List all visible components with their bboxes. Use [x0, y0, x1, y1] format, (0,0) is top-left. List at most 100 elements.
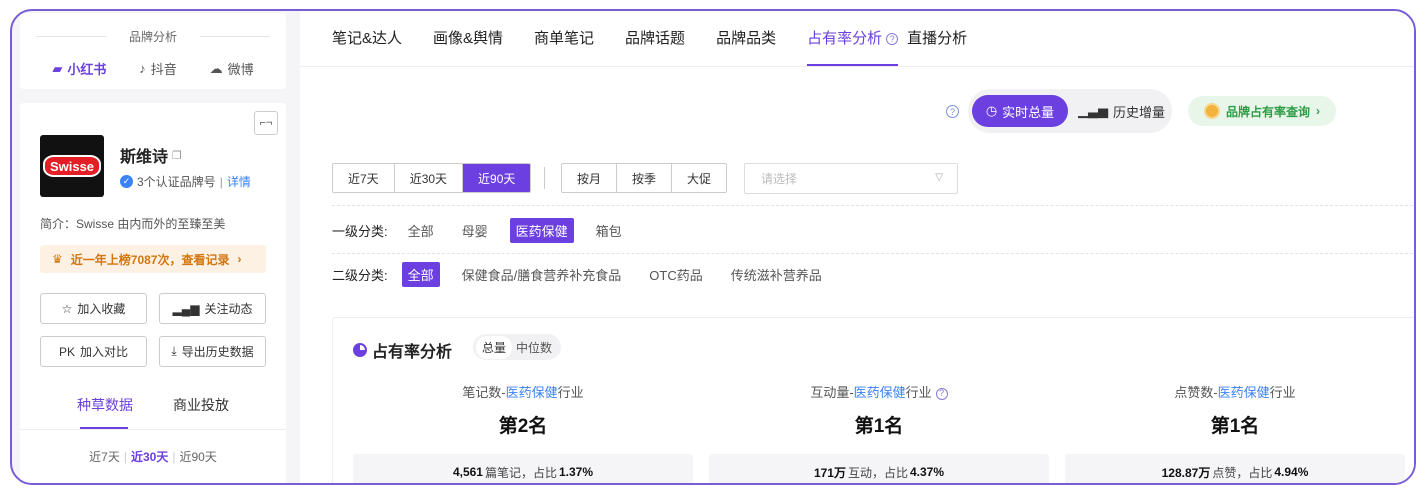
tab-brand-topics[interactable]: 品牌话题: [625, 11, 685, 66]
toggle-median[interactable]: 中位数: [516, 336, 558, 359]
xiaohongshu-icon: ▰: [52, 60, 63, 76]
realtime-total-button[interactable]: ◷ 实时总量: [972, 95, 1068, 127]
divider: [332, 253, 1414, 254]
metric-likes: 点赞数-医药保健行业 第1名 128.87万 点赞，占比 4.94%: [1065, 382, 1405, 483]
period-switcher: 近7天 | 近30天 | 近90天: [20, 448, 286, 465]
tab-notes-influencers[interactable]: 笔记&达人: [332, 11, 402, 66]
pie-chart-icon: [353, 343, 367, 357]
metric-title: 互动量-医药保健行业?: [709, 382, 1049, 401]
tab-portrait-sentiment[interactable]: 画像&舆情: [433, 11, 503, 66]
metric-title-text: 行业: [557, 385, 584, 400]
range-30d[interactable]: 近30天: [394, 164, 464, 192]
metric-rank: 第1名: [1210, 416, 1260, 437]
level1-all[interactable]: 全部: [402, 218, 440, 243]
level1-label: 一级分类:: [332, 223, 388, 239]
divider: [20, 429, 286, 430]
platform-title-text: 品牌分析: [128, 30, 177, 44]
tab-brand-categories[interactable]: 品牌品类: [716, 11, 776, 66]
toggle-total[interactable]: 总量: [476, 335, 513, 359]
metric-notes: 笔记数-医药保健行业 第2名 4,561 篇笔记，占比 1.37%: [353, 382, 693, 483]
data-tabs: 种草数据 商业投放: [20, 395, 286, 415]
brand-name: 斯维诗 ❐: [120, 143, 182, 167]
panel-title: 占有率分析: [353, 338, 452, 362]
industry-link[interactable]: 医药保健: [1218, 385, 1270, 400]
period-30d[interactable]: 近30天: [131, 450, 168, 464]
help-icon[interactable]: ?: [946, 105, 959, 118]
divider: [200, 36, 270, 37]
collapse-icon[interactable]: ⌐¬: [254, 111, 278, 135]
granularity-segment: 按月 按季 大促: [561, 163, 728, 193]
action-row-1: ☆ 加入收藏 ▂▄▆ 关注动态: [40, 293, 266, 324]
level2-otc[interactable]: OTC药品: [643, 262, 708, 287]
tab-commercial-ads[interactable]: 商业投放: [173, 395, 229, 415]
level2-label: 二级分类:: [332, 267, 388, 283]
platform-douyin[interactable]: ♪ 抖音: [139, 59, 177, 78]
add-favorite-button[interactable]: ☆ 加入收藏: [40, 293, 147, 324]
panel-title-text: 占有率分析: [372, 344, 453, 361]
main-content: 笔记&达人 画像&舆情 商单笔记 品牌话题 品牌品类 占有率分析? 直播分析 ?…: [300, 11, 1414, 483]
level1-bags[interactable]: 箱包: [590, 218, 628, 243]
metric-mode-toggle: 总量 中位数: [473, 334, 562, 360]
follow-updates-button[interactable]: ▂▄▆ 关注动态: [159, 293, 266, 324]
trend-chart-icon: ▁▃▅: [1078, 103, 1108, 118]
chevron-down-icon: ▽: [935, 172, 943, 183]
level2-all[interactable]: 全部: [401, 261, 440, 287]
metric-title-text: 行业: [905, 385, 932, 400]
brand-logo: Swisse: [40, 135, 104, 197]
tab-label: 占有率分析: [807, 30, 883, 47]
platform-label: 抖音: [150, 62, 177, 77]
left-sidebar: 品牌分析 ▰ 小红书 ♪ 抖音 ☁ 微博 ⌐¬ Swisse 斯维诗 ❐ ✓ 3…: [20, 11, 286, 483]
industry-link[interactable]: 医药保健: [854, 385, 906, 400]
metric-title: 笔记数-医药保健行业: [353, 382, 693, 401]
top-navigation: 笔记&达人 画像&舆情 商单笔记 品牌话题 品牌品类 占有率分析? 直播分析: [300, 11, 1414, 67]
toggle-label: 历史增量: [1113, 104, 1166, 120]
export-history-button[interactable]: ⤓ 导出历史数据: [159, 336, 266, 367]
level2-health-food[interactable]: 保健食品/膳食营养补充食品: [456, 262, 628, 287]
download-icon: ⤓: [171, 344, 177, 358]
active-tab-indicator: [80, 427, 128, 429]
metric-title: 点赞数-医药保健行业: [1065, 382, 1405, 401]
ranking-record-text: 近一年上榜7087次，查看记录: [70, 252, 230, 267]
period-7d[interactable]: 近7天: [89, 450, 120, 464]
period-90d[interactable]: 近90天: [179, 450, 216, 464]
button-label: 加入收藏: [77, 302, 126, 316]
tab-seeding-data[interactable]: 种草数据: [77, 395, 133, 415]
by-promotion[interactable]: 大促: [672, 164, 727, 192]
level1-maternal[interactable]: 母婴: [456, 218, 494, 243]
metric-value: 171万: [813, 465, 846, 480]
by-month[interactable]: 按月: [562, 164, 618, 192]
level2-tonic[interactable]: 传统滋补营养品: [725, 262, 828, 287]
copy-icon[interactable]: ❐: [172, 149, 182, 162]
platform-xiaohongshu[interactable]: ▰ 小红书: [52, 59, 106, 78]
tab-live-analysis[interactable]: 直播分析: [907, 11, 967, 66]
period-select[interactable]: 请选择 ▽: [744, 163, 958, 194]
range-90d[interactable]: 近90天: [463, 164, 531, 192]
by-quarter[interactable]: 按季: [617, 164, 673, 192]
platform-card: 品牌分析 ▰ 小红书 ♪ 抖音 ☁ 微博: [20, 13, 286, 89]
metric-value: 4,561: [452, 465, 483, 479]
platform-label: 小红书: [67, 62, 107, 77]
tab-share-analysis[interactable]: 占有率分析?: [807, 11, 899, 66]
history-increment-button[interactable]: ▁▃▅ 历史增量: [1078, 95, 1165, 127]
platform-weibo[interactable]: ☁ 微博: [210, 59, 254, 78]
brand-share-query-button[interactable]: 品牌占有率查询 ›: [1188, 96, 1336, 126]
chevron-right-icon: ›: [1316, 104, 1320, 118]
ranking-record-banner[interactable]: ♛ 近一年上榜7087次，查看记录 ›: [40, 245, 266, 273]
industry-link[interactable]: 医药保健: [506, 385, 558, 400]
metric-interactions: 互动量-医药保健行业? 第1名 171万 互动，占比 4.37%: [709, 382, 1049, 483]
range-7d[interactable]: 近7天: [333, 164, 395, 192]
help-icon[interactable]: ?: [935, 387, 948, 400]
toggle-label: 实时总量: [1002, 104, 1055, 120]
add-compare-button[interactable]: PK 加入对比: [40, 336, 147, 367]
certification-info: ✓ 3个认证品牌号 | 详情: [120, 173, 251, 190]
metric-title-text: 点赞数-: [1174, 385, 1218, 400]
cert-detail-link[interactable]: 详情: [227, 173, 251, 190]
metric-percent: 4.94%: [1274, 465, 1309, 479]
coin-icon: [1203, 103, 1220, 119]
level1-healthcare[interactable]: 医药保健: [509, 217, 574, 243]
help-icon[interactable]: ?: [886, 33, 899, 46]
platform-switcher: ▰ 小红书 ♪ 抖音 ☁ 微博: [20, 59, 286, 78]
tab-commercial-notes[interactable]: 商单笔记: [534, 11, 594, 66]
divider: |: [219, 174, 223, 189]
star-icon: ☆: [61, 301, 73, 316]
